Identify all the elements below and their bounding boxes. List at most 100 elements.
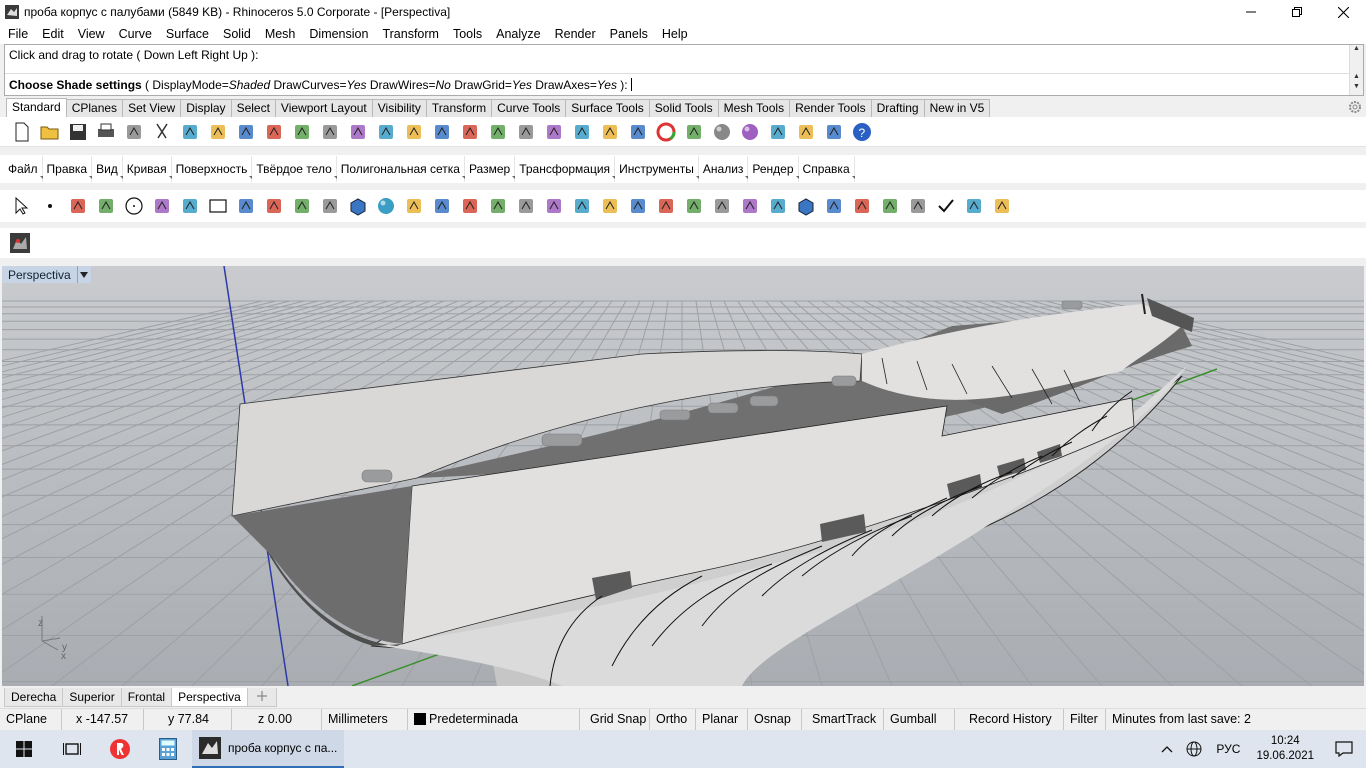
group-button[interactable] <box>736 193 764 219</box>
toggle-record-history[interactable]: Record History <box>955 708 1064 731</box>
menu-help[interactable]: Help <box>655 24 695 44</box>
zoom-selected-button[interactable] <box>400 119 428 145</box>
render-preview-button[interactable] <box>680 119 708 145</box>
tab-mesh-tools[interactable]: Mesh Tools <box>717 99 791 117</box>
analyze-button[interactable] <box>904 193 932 219</box>
status-layer[interactable]: Predeterminada <box>408 708 580 731</box>
perspective-viewport[interactable]: z y x Perspectiva <box>2 266 1364 686</box>
scroll-up-icon[interactable]: ▲ <box>1350 45 1363 55</box>
car-button[interactable] <box>484 119 512 145</box>
explode-button[interactable] <box>456 193 484 219</box>
text-button[interactable] <box>680 193 708 219</box>
tab-render-tools[interactable]: Render Tools <box>789 99 872 117</box>
point-cloud-button[interactable] <box>596 193 624 219</box>
tray-expand-button[interactable] <box>1154 730 1180 768</box>
menu-curve[interactable]: Curve <box>112 24 159 44</box>
curve-from-object-button[interactable] <box>624 193 652 219</box>
rotate-view-button[interactable] <box>288 119 316 145</box>
restore-button[interactable] <box>1274 0 1320 24</box>
zoom-extents-button[interactable] <box>372 119 400 145</box>
vptab-derecha[interactable]: Derecha <box>4 688 64 707</box>
tab-drafting[interactable]: Drafting <box>870 99 925 117</box>
vptab-frontal[interactable]: Frontal <box>120 688 173 707</box>
options-button[interactable] <box>792 119 820 145</box>
surface-corner-button[interactable] <box>288 193 316 219</box>
properties-button[interactable] <box>764 119 792 145</box>
menu-tools[interactable]: Tools <box>446 24 489 44</box>
menu-file[interactable]: File <box>1 24 35 44</box>
option-drawgrid[interactable]: DrawGrid= <box>451 78 512 92</box>
new-button[interactable] <box>8 119 36 145</box>
option-drawaxes[interactable]: DrawAxes= <box>532 78 597 92</box>
toggle-osnap[interactable]: Osnap <box>748 708 802 731</box>
command-prompt[interactable]: Choose Shade settings ( DisplayMode=Shad… <box>5 73 1350 95</box>
menu-view[interactable]: View <box>71 24 112 44</box>
rendered-sphere-button[interactable] <box>708 119 736 145</box>
arc-button[interactable] <box>232 193 260 219</box>
print-button[interactable] <box>92 119 120 145</box>
pan-button[interactable] <box>260 119 288 145</box>
toggle-filter[interactable]: Filter <box>1064 708 1106 731</box>
ru-menu-render[interactable]: Рендер <box>748 156 799 182</box>
array-button[interactable] <box>820 193 848 219</box>
polygon-button[interactable] <box>176 193 204 219</box>
sphere-solid-button[interactable] <box>372 193 400 219</box>
drafting-button[interactable] <box>988 193 1016 219</box>
clock[interactable]: 10:24 19.06.2021 <box>1248 734 1322 764</box>
render-solid-button[interactable] <box>960 193 988 219</box>
boolean-button[interactable] <box>568 193 596 219</box>
ru-menu-mesh[interactable]: Полигональная сетка <box>337 156 466 182</box>
status-cplane[interactable]: CPlane <box>0 708 62 731</box>
import-button[interactable] <box>120 119 148 145</box>
menu-render[interactable]: Render <box>548 24 603 44</box>
vptab-superior[interactable]: Superior <box>62 688 122 707</box>
polyline-button[interactable] <box>64 193 92 219</box>
menu-transform[interactable]: Transform <box>375 24 446 44</box>
trim-button[interactable] <box>512 193 540 219</box>
cplane-button[interactable] <box>540 119 568 145</box>
menu-surface[interactable]: Surface <box>159 24 216 44</box>
cylinder-button[interactable] <box>400 193 428 219</box>
tab-new-in-v5[interactable]: New in V5 <box>923 99 991 117</box>
tab-curve-tools[interactable]: Curve Tools <box>491 99 567 117</box>
task-view-button[interactable] <box>48 730 96 768</box>
lock-button[interactable] <box>596 119 624 145</box>
point-button[interactable] <box>36 193 64 219</box>
ellipse-button[interactable] <box>148 193 176 219</box>
rectangle-button[interactable] <box>204 193 232 219</box>
gumball-button[interactable] <box>876 193 904 219</box>
tab-cplanes[interactable]: CPlanes <box>65 99 124 117</box>
minimize-button[interactable] <box>1228 0 1274 24</box>
circle-button[interactable] <box>120 193 148 219</box>
vptab-perspectiva[interactable]: Perspectiva <box>171 688 248 707</box>
notifications-button[interactable] <box>1322 730 1366 768</box>
viewport-title[interactable]: Perspectiva <box>2 266 91 283</box>
ru-menu-solid[interactable]: Твёрдое тело <box>252 156 338 182</box>
ru-menu-help[interactable]: Справка <box>799 156 855 182</box>
command-scrollbar[interactable]: ▲ ▲ ▼ <box>1349 45 1363 95</box>
status-units[interactable]: Millimeters <box>322 708 408 731</box>
undo-view-button[interactable] <box>428 119 456 145</box>
tree-button[interactable] <box>820 119 848 145</box>
ru-menu-view[interactable]: Вид <box>92 156 123 182</box>
tab-solid-tools[interactable]: Solid Tools <box>648 99 719 117</box>
shaded-sphere-button[interactable] <box>736 119 764 145</box>
plugin-button[interactable] <box>6 230 34 256</box>
language-indicator[interactable]: РУС <box>1208 730 1248 768</box>
ru-menu-edit[interactable]: Правка <box>43 156 93 182</box>
ru-menu-tools[interactable]: Инструменты <box>615 156 699 182</box>
option-drawcurves[interactable]: DrawCurves= <box>270 78 346 92</box>
menu-edit[interactable]: Edit <box>35 24 71 44</box>
help-button[interactable]: ? <box>848 119 876 145</box>
yandex-browser-button[interactable] <box>96 730 144 768</box>
four-viewports-button[interactable] <box>456 119 484 145</box>
menu-solid[interactable]: Solid <box>216 24 258 44</box>
copy-button[interactable] <box>176 119 204 145</box>
ru-menu-surface[interactable]: Поверхность <box>172 156 253 182</box>
curve-button[interactable] <box>92 193 120 219</box>
surface-edit-button[interactable] <box>316 193 344 219</box>
paste-button[interactable] <box>204 119 232 145</box>
scroll-down-icon[interactable]: ▼ <box>1350 83 1363 93</box>
menu-panels[interactable]: Panels <box>603 24 655 44</box>
tab-transform[interactable]: Transform <box>425 99 493 117</box>
